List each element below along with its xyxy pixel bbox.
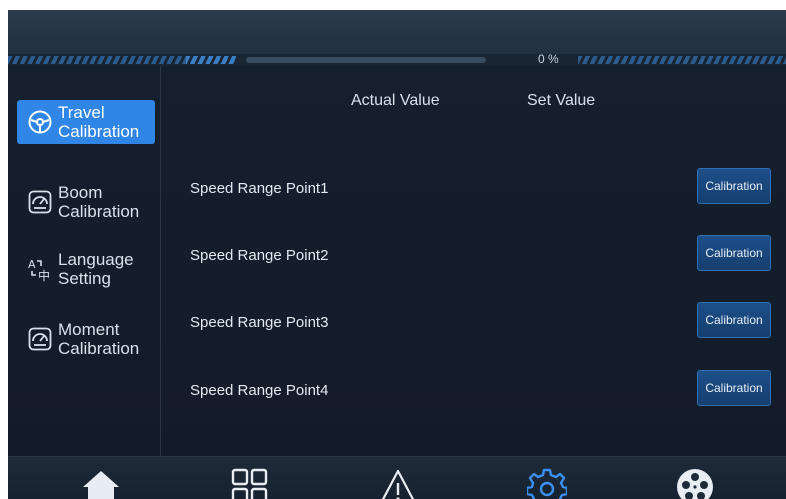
film-reel-icon[interactable] xyxy=(675,467,715,499)
progress-text: 0 % xyxy=(538,52,559,66)
progress-bar xyxy=(246,57,486,63)
sidebar-item-boom-calibration[interactable]: Boom Calibration xyxy=(17,180,155,224)
row-label-speed-range-point2: Speed Range Point2 xyxy=(190,247,329,264)
calibration-button-point3[interactable]: Calibration xyxy=(697,302,771,338)
row-label-speed-range-point1: Speed Range Point1 xyxy=(190,180,329,197)
grid-icon[interactable] xyxy=(230,467,270,499)
progress-strip: 0 % xyxy=(8,52,786,66)
screen: 0 % Travel Calibration Boom Calibration … xyxy=(8,10,786,499)
translate-icon: A 中 xyxy=(28,258,50,282)
column-header-actual-value: Actual Value xyxy=(351,92,440,109)
svg-text:中: 中 xyxy=(38,268,50,282)
row-label-speed-range-point3: Speed Range Point3 xyxy=(190,314,329,331)
gauge-icon xyxy=(28,190,52,214)
sidebar: Travel Calibration Boom Calibration A 中 … xyxy=(8,66,161,456)
sidebar-item-label: Boom Calibration xyxy=(58,183,140,221)
sidebar-item-moment-calibration[interactable]: Moment Calibration xyxy=(17,317,155,361)
calibration-button-point4[interactable]: Calibration xyxy=(697,370,771,406)
decor-stripes-right xyxy=(578,56,786,64)
sidebar-item-label: Moment Calibration xyxy=(58,320,140,358)
gauge-icon xyxy=(28,327,52,351)
row-label-speed-range-point4: Speed Range Point4 xyxy=(190,382,329,399)
column-header-set-value: Set Value xyxy=(527,92,596,109)
steering-wheel-icon xyxy=(28,110,52,134)
header-bar xyxy=(8,10,786,54)
home-icon[interactable] xyxy=(81,467,121,499)
sidebar-item-travel-calibration[interactable]: Travel Calibration xyxy=(17,100,155,144)
bottom-nav xyxy=(8,456,786,499)
warning-icon[interactable] xyxy=(378,467,418,499)
calibration-button-point2[interactable]: Calibration xyxy=(697,235,771,271)
sidebar-item-label: Travel Calibration xyxy=(58,103,140,141)
sidebar-item-language-setting[interactable]: A 中 Language Setting xyxy=(17,247,155,291)
decor-stripes-left-bright xyxy=(186,56,236,64)
sidebar-item-label: Language Setting xyxy=(58,250,134,288)
calibration-button-point1[interactable]: Calibration xyxy=(697,168,771,204)
settings-icon[interactable] xyxy=(527,467,567,499)
svg-text:A: A xyxy=(28,258,36,271)
